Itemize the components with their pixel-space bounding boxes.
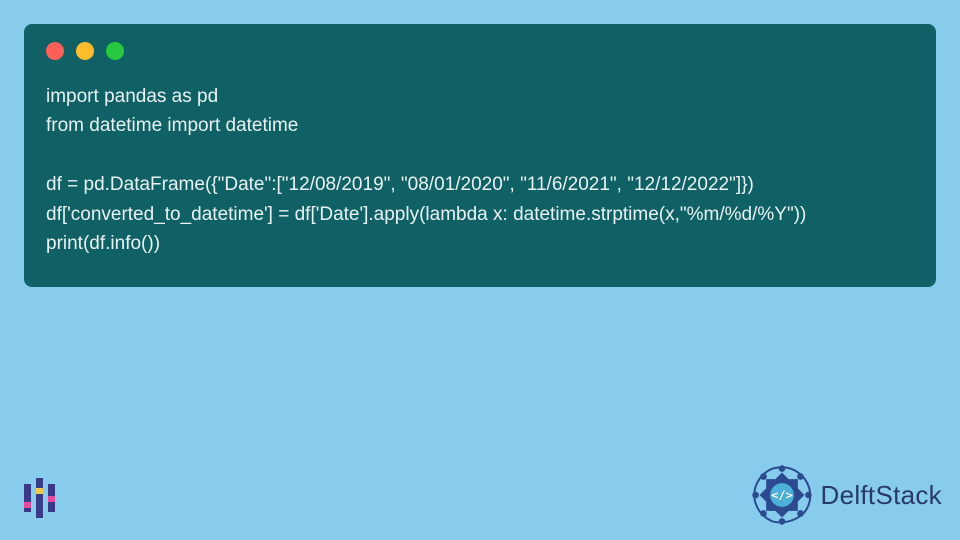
code-line: from datetime import datetime [46, 115, 298, 136]
code-line: df['converted_to_datetime'] = df['Date']… [46, 204, 806, 225]
code-body: import pandas as pd from datetime import… [24, 70, 936, 259]
code-line: print(df.info()) [46, 233, 160, 254]
code-line: df = pd.DataFrame({"Date":["12/08/2019",… [46, 174, 754, 195]
bars-icon [18, 474, 66, 522]
left-brand-logo [14, 470, 70, 526]
close-icon[interactable] [46, 42, 64, 60]
window-titlebar [24, 24, 936, 70]
delftstack-emblem-icon: </> [749, 462, 815, 528]
maximize-icon[interactable] [106, 42, 124, 60]
minimize-icon[interactable] [76, 42, 94, 60]
brand-name: DelftStack [821, 480, 943, 511]
svg-text:</>: </> [771, 488, 792, 502]
code-line: import pandas as pd [46, 86, 218, 107]
right-brand-logo: </> DelftStack [749, 462, 943, 528]
code-window: import pandas as pd from datetime import… [24, 24, 936, 287]
